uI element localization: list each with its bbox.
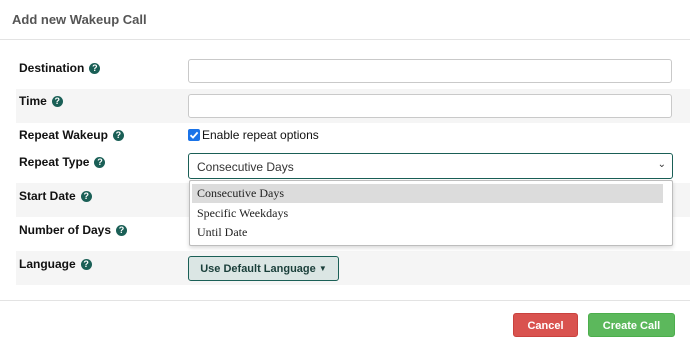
help-icon[interactable]: ?	[51, 96, 63, 107]
time-label-text: Time	[19, 94, 47, 108]
footer-divider	[0, 300, 690, 301]
language-label-text: Language	[19, 257, 76, 271]
number-of-days-label: Number of Days?	[19, 223, 128, 237]
create-call-button[interactable]: Create Call	[588, 313, 675, 337]
repeat-type-dropdown-list: Consecutive Days Specific Weekdays Until…	[189, 180, 673, 246]
repeat-type-select[interactable]: Consecutive Days ⌄	[188, 153, 673, 179]
chevron-down-icon: ⌄	[657, 159, 666, 170]
help-icon[interactable]: ?	[112, 130, 124, 141]
enable-repeat-label[interactable]: Enable repeat options	[202, 128, 319, 142]
destination-label: Destination?	[19, 61, 101, 75]
repeat-wakeup-row: Repeat Wakeup?	[16, 123, 690, 149]
language-button-label: Use Default Language	[200, 263, 316, 275]
start-date-label: Start Date?	[19, 189, 92, 203]
wakeup-call-modal: Add new Wakeup Call Destination? Time? R…	[0, 0, 690, 348]
dropdown-option[interactable]: Specific Weekdays	[192, 204, 663, 223]
enable-repeat-checkbox[interactable]	[188, 129, 200, 141]
check-icon	[189, 131, 199, 139]
repeat-type-label-text: Repeat Type	[19, 155, 90, 169]
dropdown-option[interactable]: Until Date	[192, 223, 663, 242]
language-row: Language?	[16, 251, 690, 285]
help-icon[interactable]: ?	[80, 259, 92, 270]
modal-title: Add new Wakeup Call	[12, 12, 147, 27]
dropdown-option[interactable]: Consecutive Days	[192, 184, 663, 203]
start-date-label-text: Start Date	[19, 189, 76, 203]
cancel-button[interactable]: Cancel	[513, 313, 578, 337]
repeat-type-selected-value: Consecutive Days	[197, 160, 294, 174]
repeat-wakeup-label: Repeat Wakeup?	[19, 128, 124, 142]
help-icon[interactable]: ?	[80, 191, 92, 202]
destination-label-text: Destination	[19, 61, 85, 75]
language-label: Language?	[19, 257, 92, 271]
language-dropdown-button[interactable]: Use Default Language ▼	[188, 256, 339, 281]
repeat-wakeup-label-text: Repeat Wakeup	[19, 128, 108, 142]
caret-down-icon: ▼	[318, 264, 327, 273]
modal-header: Add new Wakeup Call	[0, 0, 690, 40]
help-icon[interactable]: ?	[89, 63, 101, 74]
repeat-type-label: Repeat Type?	[19, 155, 106, 169]
help-icon[interactable]: ?	[116, 225, 128, 236]
time-label: Time?	[19, 94, 63, 108]
time-field[interactable]	[188, 94, 672, 118]
help-icon[interactable]: ?	[94, 157, 106, 168]
number-of-days-label-text: Number of Days	[19, 223, 112, 237]
destination-field[interactable]	[188, 59, 672, 83]
